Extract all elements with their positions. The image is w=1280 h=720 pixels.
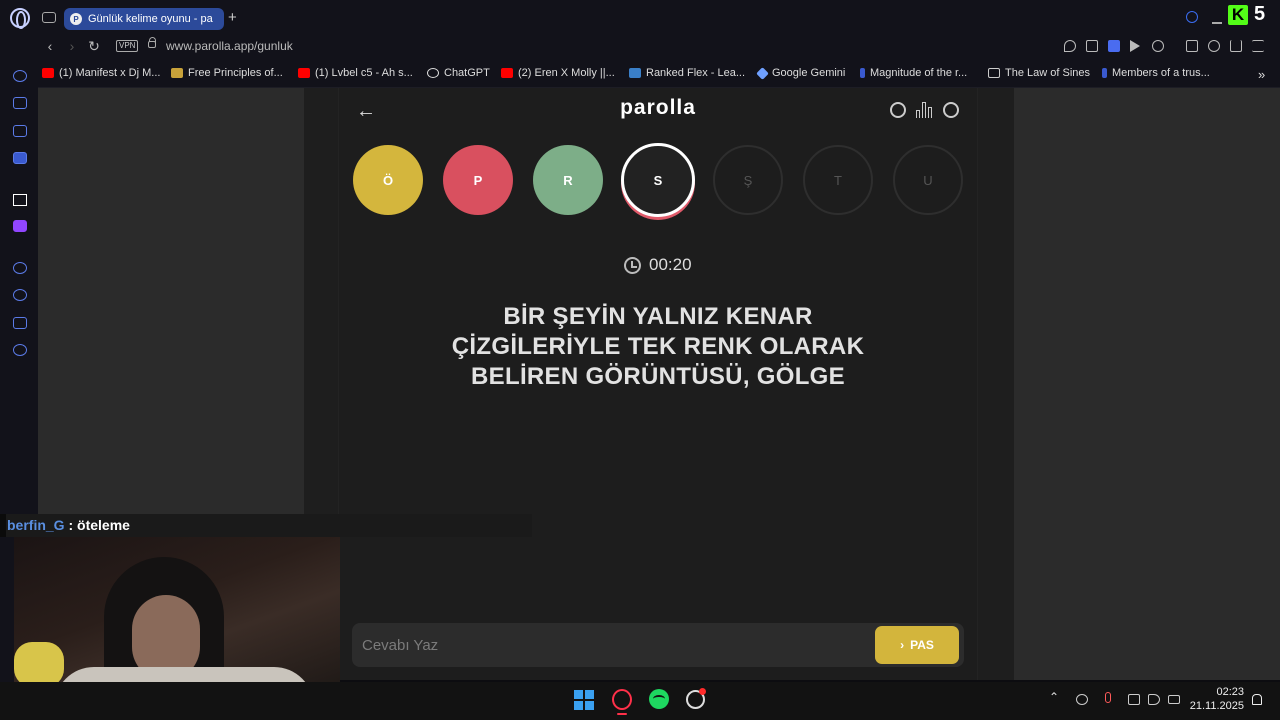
chatgpt-icon: [427, 68, 439, 78]
kick-logo-icon: K: [1228, 5, 1248, 25]
spotify-icon[interactable]: [649, 689, 669, 709]
display-icon[interactable]: [1128, 694, 1140, 705]
search-tabs-icon[interactable]: [1186, 11, 1198, 23]
letter-circle-current: S: [621, 143, 695, 217]
kick-app-icon[interactable]: [13, 194, 27, 206]
active-app-indicator: [617, 713, 627, 715]
minimize-button[interactable]: [1212, 22, 1222, 24]
vpn-badge[interactable]: VPN: [116, 40, 139, 52]
bookmark-item[interactable]: (2) Eren X Molly ||...: [501, 67, 615, 79]
workspaces-icon[interactable]: [13, 97, 27, 109]
question-text: BİR ŞEYİN YALNIZ KENAR ÇİZGİLERİYLE TEK …: [451, 303, 865, 390]
snapshot-icon[interactable]: [1086, 40, 1098, 52]
windows-start-icon[interactable]: [574, 690, 594, 710]
settings-gear-icon[interactable]: [13, 344, 27, 356]
microphone-icon[interactable]: [1105, 692, 1111, 703]
bookmark-icon: [860, 68, 865, 78]
tab-favicon-icon: P: [70, 13, 82, 25]
app-title: parolla: [620, 96, 696, 119]
book-icon: [171, 68, 183, 78]
youtube-icon: [42, 68, 54, 78]
gemini-icon: [756, 66, 769, 80]
network-status-icon[interactable]: [1076, 694, 1088, 705]
kick-overlay-number: 5: [1254, 3, 1266, 25]
league-icon: [629, 68, 641, 78]
aria-icon[interactable]: [13, 70, 27, 82]
webcam-overlay: [14, 537, 340, 706]
download-icon[interactable]: [1230, 40, 1242, 52]
webcam-hand: [14, 642, 64, 687]
clock-icon: [624, 257, 641, 274]
profile-user-icon[interactable]: [943, 102, 959, 118]
taskbar-date[interactable]: 21.11.2025: [1186, 700, 1244, 712]
twitch-icon[interactable]: [13, 220, 27, 232]
easy-setup-menu-icon[interactable]: [1252, 40, 1264, 52]
letter-circle: P: [443, 145, 513, 215]
letter-circle: R: [533, 145, 603, 215]
chat-username: berfin_G: [7, 517, 65, 533]
pin-icon[interactable]: [1064, 40, 1076, 52]
letter-circle: T: [803, 145, 873, 215]
timer: 00:20: [649, 255, 692, 274]
windows-taskbar: [0, 682, 1280, 720]
chat-text: öteleme: [77, 517, 130, 533]
letter-circle: Ş: [713, 145, 783, 215]
history-icon[interactable]: [13, 289, 27, 301]
forward-icon[interactable]: ›: [64, 38, 80, 54]
chat-message: berfin_G : öteleme: [7, 517, 130, 533]
tab-active[interactable]: P Günlük kelime oyunu - pa: [64, 8, 224, 30]
bookmark-item[interactable]: Google Gemini: [756, 66, 845, 80]
letter-circle: Ö: [353, 145, 423, 215]
heart-icon[interactable]: [1152, 40, 1164, 52]
messenger-icon[interactable]: [13, 152, 27, 164]
chevron-right-icon: ›: [900, 638, 905, 652]
back-icon[interactable]: ‹: [42, 38, 58, 54]
player-icon[interactable]: [1130, 40, 1140, 52]
letter-circle: U: [893, 145, 963, 215]
stats-icon[interactable]: [916, 102, 933, 118]
info-icon[interactable]: [890, 102, 906, 118]
bookmark-item[interactable]: The Law of Sines: [988, 67, 1090, 79]
taskbar-time[interactable]: 02:23: [1196, 686, 1244, 698]
opera-gx-taskbar-icon[interactable]: [612, 689, 632, 710]
adblock-shield-icon[interactable]: [1108, 40, 1120, 52]
tab-title: Günlük kelime oyunu - pa: [88, 13, 213, 25]
page-background-left: [38, 88, 304, 514]
extensions-icon[interactable]: [1186, 40, 1198, 52]
bookmark-item[interactable]: (1) Manifest x Dj M...: [42, 67, 160, 79]
bookmark-item[interactable]: Ranked Flex - Lea...: [629, 67, 745, 79]
youtube-icon: [298, 68, 310, 78]
bookmark-item[interactable]: ChatGPT: [427, 67, 490, 79]
bookmark-icon: [1102, 68, 1107, 78]
chat-separator: :: [64, 517, 78, 533]
volume-icon[interactable]: [1148, 694, 1160, 705]
answer-input[interactable]: [362, 632, 862, 658]
extensions-sidebar-icon[interactable]: [13, 317, 27, 329]
bookmark-item[interactable]: Members of a trus...: [1102, 67, 1210, 79]
bookmark-item[interactable]: Magnitude of the r...: [860, 67, 967, 79]
lock-icon[interactable]: [148, 37, 156, 48]
player-sidebar-icon[interactable]: [13, 262, 27, 274]
notification-bell-icon[interactable]: [1252, 694, 1262, 705]
new-tab-button[interactable]: +: [228, 9, 242, 27]
profile-icon[interactable]: [1208, 40, 1220, 52]
back-arrow-icon[interactable]: ←: [356, 100, 376, 123]
recording-dot-icon: [699, 688, 706, 695]
page-gutter-right: [978, 88, 1014, 680]
page-background-right: [1014, 88, 1280, 680]
url-field[interactable]: www.parolla.app/gunluk: [166, 39, 293, 53]
tray-overflow-icon[interactable]: ⌃: [1049, 690, 1059, 704]
opera-menu-icon[interactable]: [10, 8, 30, 29]
youtube-icon: [501, 68, 513, 78]
tab-stash-icon[interactable]: [13, 125, 27, 137]
bookmark-item[interactable]: Free Principles of...: [171, 67, 283, 79]
image-icon: [988, 68, 1000, 78]
battery-icon[interactable]: [1168, 695, 1180, 704]
tab-islands-icon[interactable]: [42, 12, 56, 23]
bookmarks-overflow-icon[interactable]: »: [1258, 67, 1265, 82]
reload-icon[interactable]: ↻: [86, 38, 102, 55]
pass-button[interactable]: › PAS: [875, 626, 959, 664]
bookmark-item[interactable]: (1) Lvbel c5 - Ah s...: [298, 67, 413, 79]
